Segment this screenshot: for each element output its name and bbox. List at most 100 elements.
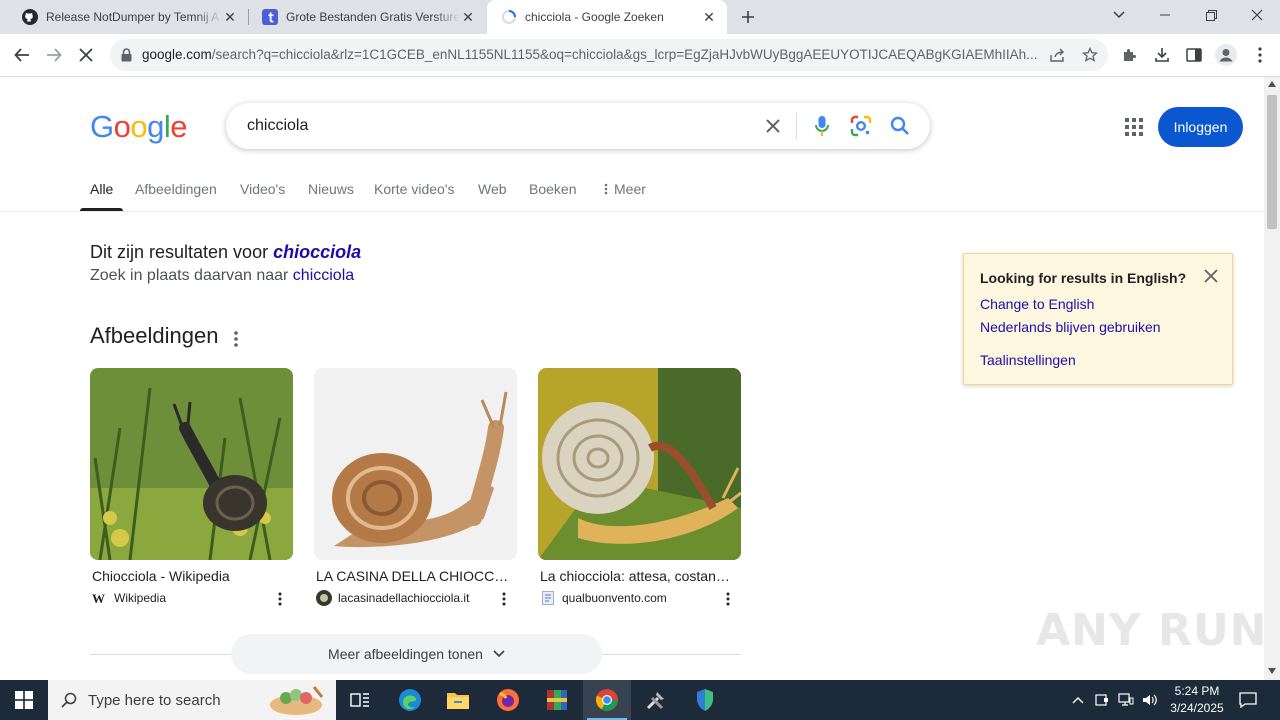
- tab-search-button[interactable]: [1096, 0, 1142, 30]
- scrollbar[interactable]: [1264, 77, 1280, 680]
- tab-all[interactable]: Alle: [90, 181, 113, 211]
- speaker-icon: [1143, 694, 1157, 706]
- tab-notdumper[interactable]: Release NotDumper by Temnij A ✕: [8, 0, 248, 34]
- google-logo[interactable]: Google: [90, 109, 188, 145]
- voice-search-button[interactable]: [810, 114, 834, 138]
- new-tab-button[interactable]: [736, 5, 760, 29]
- taskbar-defender[interactable]: [681, 680, 729, 720]
- browser-menu-button[interactable]: [1246, 41, 1274, 69]
- tab-images[interactable]: Afbeeldingen: [135, 181, 217, 211]
- forward-button[interactable]: [40, 41, 68, 69]
- kebab-menu-icon: [604, 183, 608, 195]
- shield-icon: [697, 689, 713, 711]
- arrow-left-icon: [14, 48, 29, 62]
- image-result-card[interactable]: La chiocciola: attesa, costanza e lentez…: [538, 368, 741, 606]
- edge-icon: [399, 689, 421, 711]
- tab-transfer[interactable]: Grote Bestanden Gratis Versturen ✕: [248, 0, 486, 34]
- close-icon[interactable]: ✕: [460, 9, 476, 25]
- window-close-button[interactable]: [1234, 0, 1280, 30]
- taskbar-search-box[interactable]: Type here to search: [48, 680, 336, 720]
- image-title[interactable]: Chiocciola - Wikipedia: [92, 568, 287, 584]
- site-favicon-icon: [540, 590, 556, 606]
- image-result-card[interactable]: Chiocciola - Wikipedia W Wikipedia: [90, 368, 293, 606]
- login-button[interactable]: Inloggen: [1158, 107, 1243, 147]
- tab-books[interactable]: Boeken: [529, 181, 576, 211]
- device-icon: [1095, 694, 1108, 706]
- popup-close-button[interactable]: [1204, 269, 1220, 285]
- github-icon: [22, 9, 38, 25]
- share-button[interactable]: [1048, 45, 1068, 65]
- show-hidden-icons-button[interactable]: [1066, 680, 1090, 720]
- lens-search-button[interactable]: [849, 114, 873, 138]
- tab-more[interactable]: Meer: [604, 181, 646, 211]
- kebab-menu-icon: [1258, 47, 1262, 63]
- image-source[interactable]: lacasinadellachiocciola.it: [316, 590, 469, 606]
- taskbar-firefox[interactable]: [484, 680, 532, 720]
- tab-google-search[interactable]: chicciola - Google Zoeken ✕: [487, 0, 727, 34]
- language-settings-link[interactable]: Taalinstellingen: [980, 352, 1076, 368]
- notifications-button[interactable]: [1232, 680, 1264, 720]
- chevron-down-icon: [493, 650, 505, 658]
- corrected-query-link[interactable]: chiocciola: [273, 242, 361, 262]
- back-button[interactable]: [8, 41, 36, 69]
- image-title[interactable]: LA CASINA DELLA CHIOCCIOLA: [316, 568, 511, 584]
- taskbar-winrar[interactable]: [533, 680, 581, 720]
- google-apps-button[interactable]: [1122, 115, 1146, 139]
- taskbar-chrome[interactable]: [583, 680, 631, 720]
- url-path: /search?q=chicciola&rlz=1C1GCEB_enNL1155…: [211, 47, 1038, 62]
- downloads-button[interactable]: [1148, 41, 1176, 69]
- taskbar-tools-app[interactable]: [632, 680, 680, 720]
- minimize-button[interactable]: [1142, 0, 1188, 30]
- scroll-down-icon[interactable]: [1268, 668, 1276, 674]
- image-options-button[interactable]: [275, 590, 285, 608]
- original-query-link[interactable]: chicciola: [293, 267, 354, 284]
- taskbar-edge[interactable]: [386, 680, 434, 720]
- keep-dutch-link[interactable]: Nederlands blijven gebruiken: [980, 319, 1161, 335]
- stop-loading-button[interactable]: [72, 41, 100, 69]
- close-icon[interactable]: ✕: [701, 9, 717, 25]
- tab-videos[interactable]: Video's: [240, 181, 285, 211]
- image-source[interactable]: qualbuonvento.com: [540, 590, 667, 606]
- search-input[interactable]: chicciola: [247, 117, 308, 135]
- volume-button[interactable]: [1138, 680, 1162, 720]
- tab-short-videos[interactable]: Korte video's: [374, 181, 455, 211]
- image-source-name: lacasinadellachiocciola.it: [338, 591, 470, 605]
- tray-app-button[interactable]: [1090, 680, 1114, 720]
- taskbar-file-explorer[interactable]: [434, 680, 482, 720]
- tab-web[interactable]: Web: [478, 181, 507, 211]
- scroll-up-icon[interactable]: [1268, 81, 1276, 87]
- search-box[interactable]: chicciola: [226, 103, 930, 149]
- more-images-button[interactable]: Meer afbeeldingen tonen: [231, 634, 602, 674]
- tab-more-label: Meer: [614, 181, 646, 197]
- scroll-thumb[interactable]: [1267, 95, 1277, 229]
- snail-image[interactable]: [538, 368, 741, 560]
- kebab-menu-icon: [502, 592, 506, 606]
- taskbar-clock[interactable]: 5:24 PM 3/24/2025: [1166, 683, 1228, 717]
- clear-search-button[interactable]: [761, 114, 785, 138]
- image-options-button[interactable]: [499, 590, 509, 608]
- network-button[interactable]: [1114, 680, 1138, 720]
- restore-button[interactable]: [1188, 0, 1234, 30]
- start-button[interactable]: [0, 680, 48, 720]
- search-button[interactable]: [888, 114, 912, 138]
- task-view-button[interactable]: [336, 680, 384, 720]
- image-options-button[interactable]: [723, 590, 733, 608]
- image-title[interactable]: La chiocciola: attesa, costanza e lentez…: [540, 568, 735, 584]
- snail-image[interactable]: [90, 368, 293, 560]
- windows-logo-icon: [15, 691, 33, 709]
- image-source[interactable]: W Wikipedia: [92, 590, 166, 606]
- tab-news[interactable]: Nieuws: [308, 181, 354, 211]
- profile-button[interactable]: [1212, 41, 1240, 69]
- side-panel-button[interactable]: [1180, 41, 1208, 69]
- snail-image[interactable]: [314, 368, 517, 560]
- spelling-prefix: Dit zijn resultaten voor: [90, 242, 274, 262]
- address-bar[interactable]: google.com/search?q=chicciola&rlz=1C1GCE…: [110, 39, 1108, 71]
- download-icon: [1155, 48, 1169, 62]
- images-options-button[interactable]: [228, 329, 244, 349]
- close-icon[interactable]: ✕: [222, 9, 238, 25]
- image-result-card[interactable]: LA CASINA DELLA CHIOCCIOLA lacasinadella…: [314, 368, 517, 606]
- bookmark-button[interactable]: [1080, 45, 1100, 65]
- extensions-button[interactable]: [1116, 41, 1144, 69]
- chrome-icon: [595, 689, 618, 711]
- change-to-english-link[interactable]: Change to English: [980, 296, 1094, 312]
